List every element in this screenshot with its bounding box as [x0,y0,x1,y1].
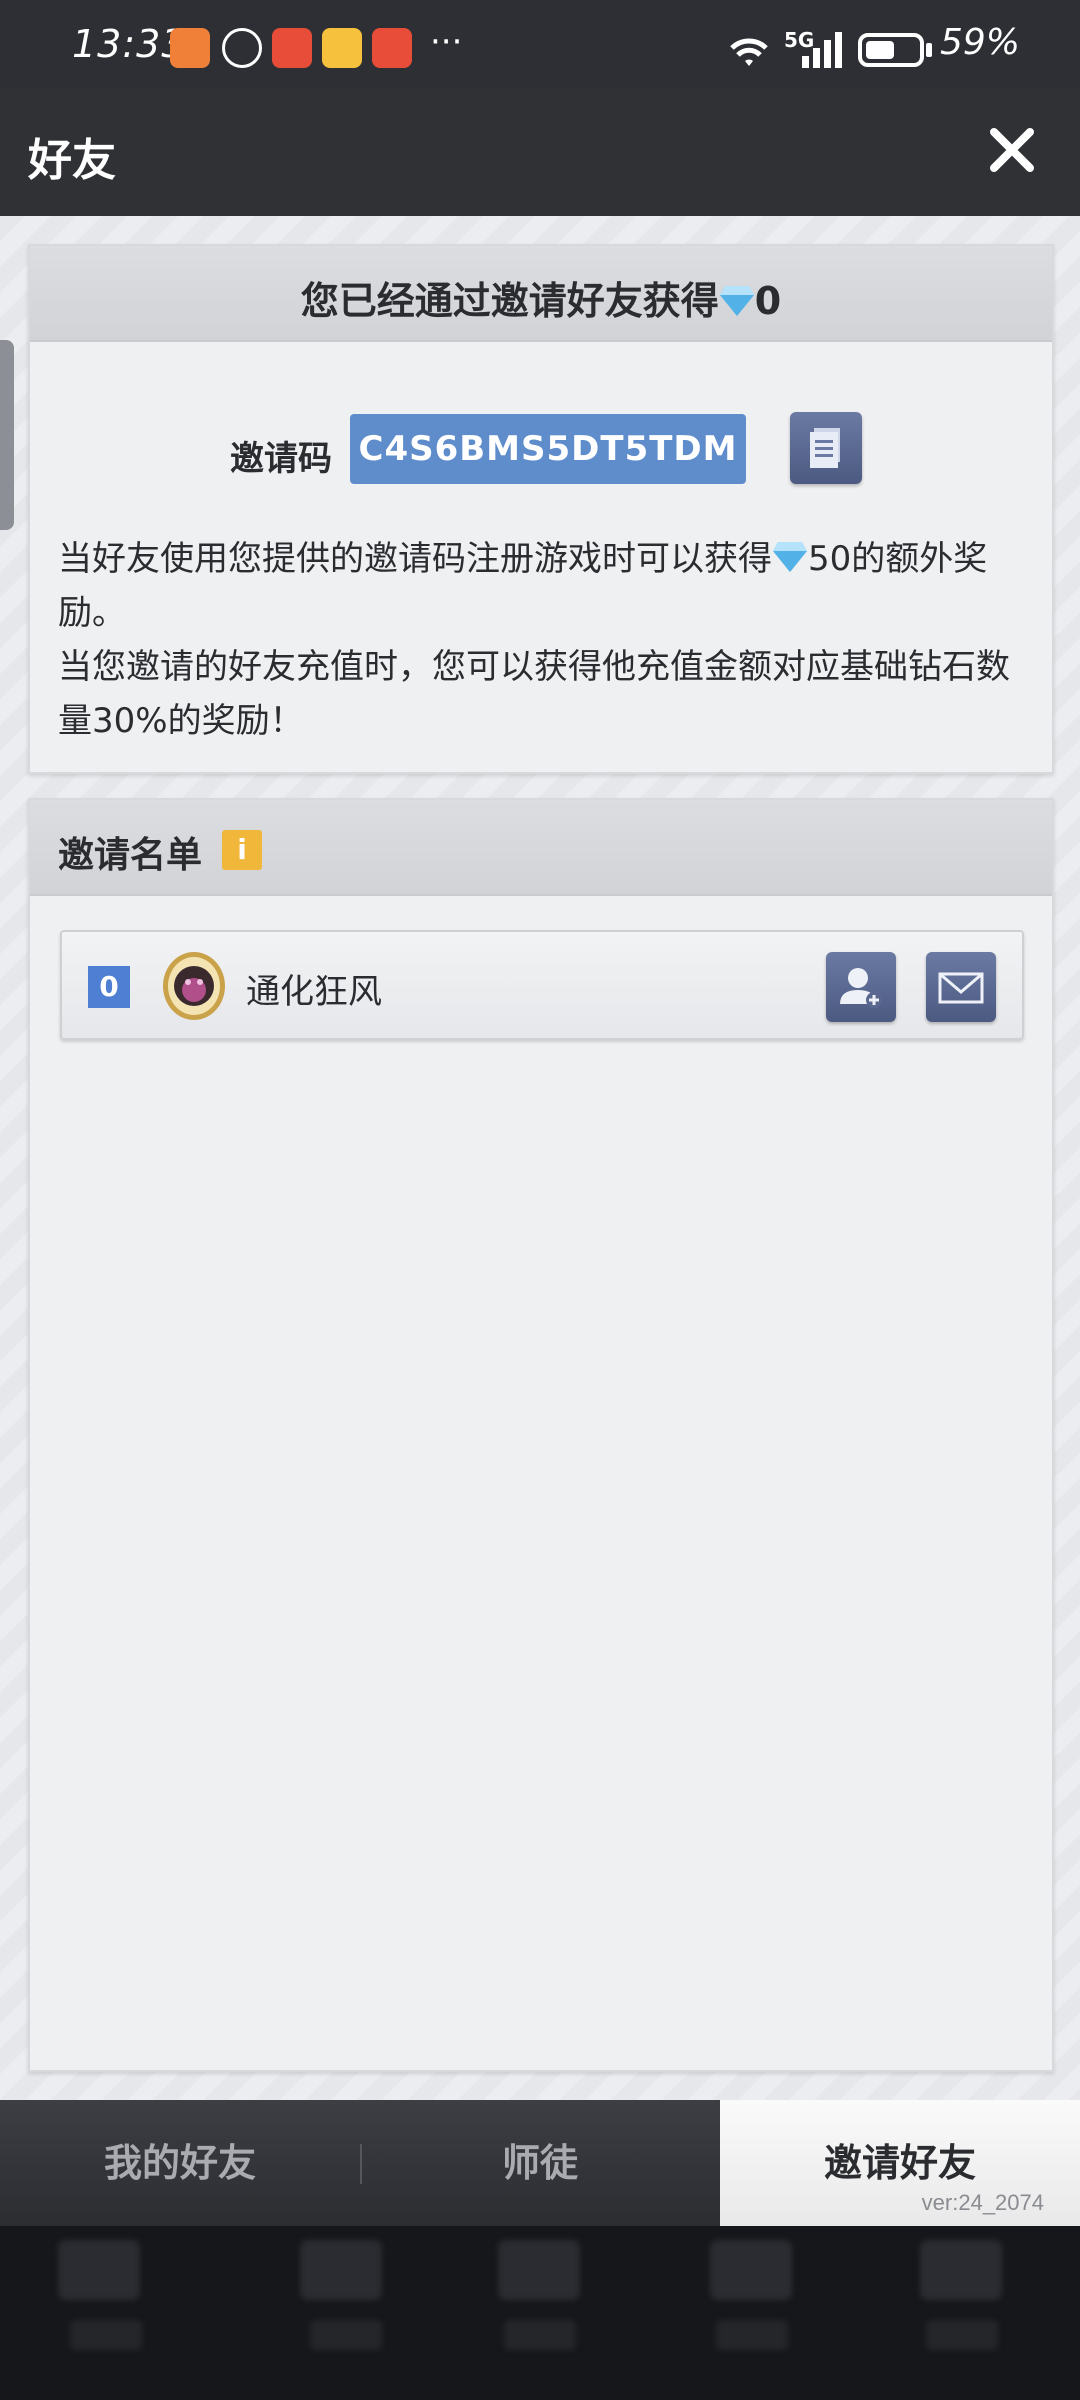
copy-icon [810,428,840,468]
nav-icon[interactable] [58,2240,140,2300]
app-notification-icon [222,28,262,68]
tab-my-friends[interactable]: 我的好友 [0,2100,360,2226]
diamond-icon [773,542,807,572]
bottom-tabs: 我的好友 师徒 邀请好友 [0,2100,1080,2226]
version-label: ver:24_2074 [921,2190,1044,2215]
nav-icon[interactable] [498,2240,580,2300]
send-message-button[interactable] [926,952,996,1022]
game-bottom-nav [0,2226,1080,2400]
add-friend-button[interactable] [826,952,896,1022]
info-icon[interactable]: i [222,830,262,870]
invite-info-panel: 您已经通过邀请好友获得 0 邀请码 C4S6BMS5DT5TDM 当好友使用您提供… [28,244,1054,774]
more-notifications-icon: ··· [430,22,463,62]
weibo-icon [322,28,362,68]
cell-signal-icon [802,32,842,68]
invite-code-value[interactable]: C4S6BMS5DT5TDM [350,414,746,484]
page-title: 好友 [28,135,116,186]
invite-code-label: 邀请码 [230,439,332,479]
nav-icon[interactable] [710,2240,792,2300]
wifi-icon [730,38,768,66]
diamond-icon [719,286,754,316]
status-bar: 13:33 ··· 5G 59% [0,0,1080,88]
invite-list-row: 0 通化狂风 [60,930,1024,1040]
copy-button[interactable] [790,412,862,484]
row-player-name: 通化狂风 [246,972,382,1012]
nav-icon[interactable] [920,2240,1002,2300]
mail-icon [938,972,984,1004]
invite-list-panel: 邀请名单 i 0 通化狂风 [28,798,1054,2072]
invite-info-header: 您已经通过邀请好友获得 0 [30,246,1052,342]
app-notification-icon [272,28,312,68]
invite-list-header: 邀请名单 i [30,800,1052,896]
row-rank-badge: 0 [88,966,130,1008]
battery-icon [858,33,924,67]
close-icon[interactable] [980,118,1044,182]
app-notification-icon [372,28,412,68]
nav-icon[interactable] [300,2240,382,2300]
title-bar: 好友 [0,88,1080,216]
battery-percent: 59% [939,22,1020,63]
side-drawer-handle[interactable] [0,340,14,530]
avatar [163,952,225,1020]
invite-list-title: 邀请名单 [58,835,203,876]
tab-mentorship[interactable]: 师徒 [360,2100,720,2226]
invite-reward-summary: 您已经通过邀请好友获得 0 [300,279,782,323]
add-user-icon [840,968,882,1008]
app-notification-icon [170,28,210,68]
invite-description: 当好友使用您提供的邀请码注册游戏时可以获得 50的额外奖励。 当您邀请的好友充值时… [58,539,1010,741]
